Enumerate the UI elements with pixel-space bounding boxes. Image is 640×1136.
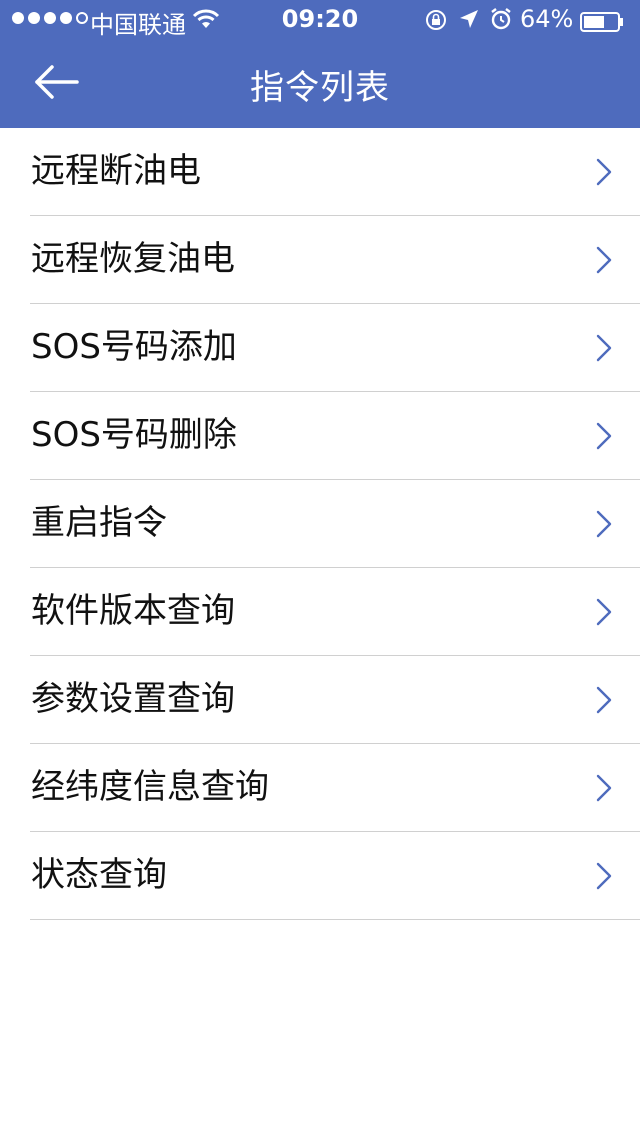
chevron-right-icon bbox=[596, 862, 612, 890]
command-label: 参数设置查询 bbox=[31, 679, 235, 719]
command-list-item[interactable]: 经纬度信息查询 bbox=[0, 744, 640, 832]
command-label: 状态查询 bbox=[31, 855, 167, 895]
chevron-right-icon bbox=[596, 510, 612, 538]
command-list-item[interactable]: 软件版本查询 bbox=[0, 568, 640, 656]
status-bar: 中国联通 09:20 64% bbox=[0, 0, 640, 40]
chevron-right-icon bbox=[596, 246, 612, 274]
command-label: SOS号码添加 bbox=[31, 327, 237, 367]
battery-percentage: 64% bbox=[520, 5, 574, 33]
command-label: 重启指令 bbox=[31, 503, 167, 543]
command-label: 远程恢复油电 bbox=[31, 239, 235, 279]
command-list-item[interactable]: 远程恢复油电 bbox=[0, 216, 640, 304]
command-label: 经纬度信息查询 bbox=[31, 767, 269, 807]
command-list-item[interactable]: 重启指令 bbox=[0, 480, 640, 568]
chevron-right-icon bbox=[596, 686, 612, 714]
chevron-right-icon bbox=[596, 334, 612, 362]
command-list-item[interactable]: SOS号码添加 bbox=[0, 304, 640, 392]
command-label: 软件版本查询 bbox=[31, 591, 235, 631]
header: 中国联通 09:20 64% 指令列表 bbox=[0, 0, 640, 128]
rotation-lock-icon bbox=[424, 8, 448, 38]
command-list-item[interactable]: 远程断油电 bbox=[0, 128, 640, 216]
alarm-clock-icon bbox=[490, 7, 512, 37]
chevron-right-icon bbox=[596, 158, 612, 186]
chevron-right-icon bbox=[596, 598, 612, 626]
chevron-right-icon bbox=[596, 422, 612, 450]
navigation-bar: 指令列表 bbox=[0, 40, 640, 128]
battery-icon bbox=[580, 10, 624, 32]
divider bbox=[30, 919, 640, 920]
command-list-item[interactable]: 参数设置查询 bbox=[0, 656, 640, 744]
location-arrow-icon bbox=[458, 8, 480, 36]
command-list-item[interactable]: 状态查询 bbox=[0, 832, 640, 920]
page-title: 指令列表 bbox=[250, 68, 390, 108]
chevron-right-icon bbox=[596, 774, 612, 802]
command-list: 远程断油电远程恢复油电 SOS号码添加 SOS号码删除 重启指令软件版本查询 参数设置查… bbox=[0, 128, 640, 920]
command-label: 远程断油电 bbox=[31, 151, 201, 191]
command-list-item[interactable]: SOS号码删除 bbox=[0, 392, 640, 480]
command-label: SOS号码删除 bbox=[31, 415, 237, 455]
